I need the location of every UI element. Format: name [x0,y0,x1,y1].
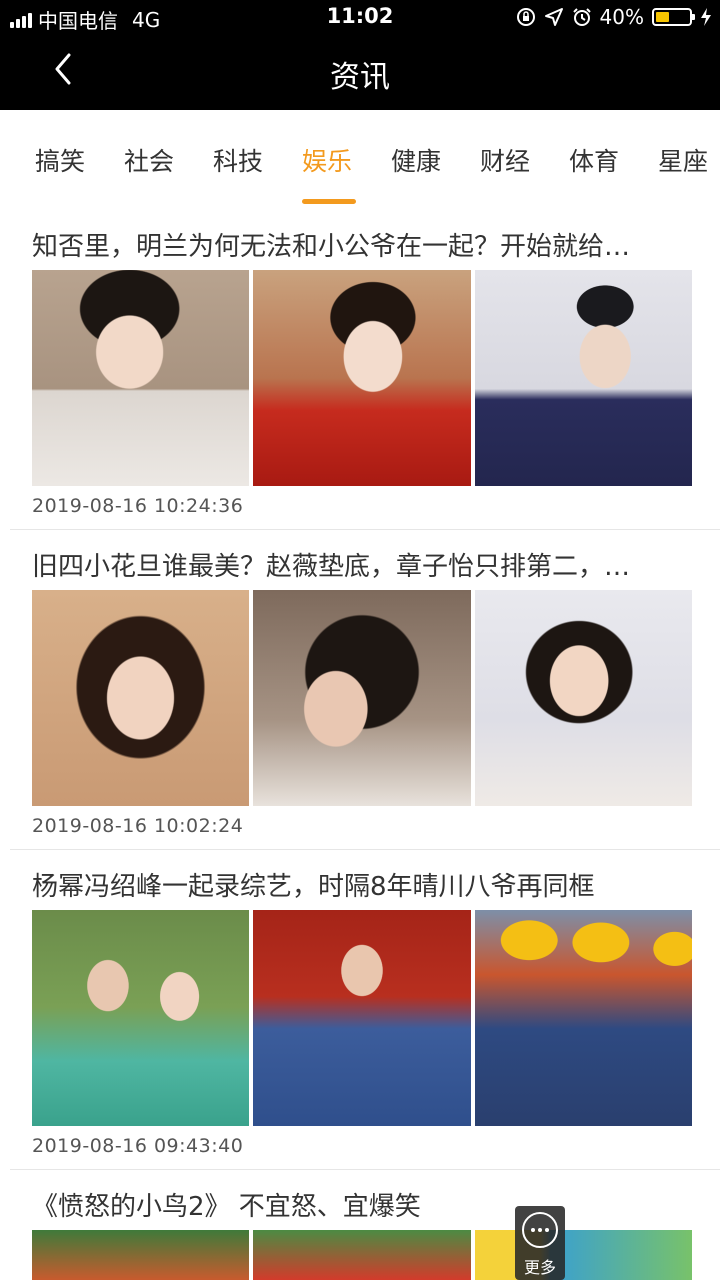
news-thumbnail[interactable] [474,1230,692,1280]
news-thumbnail[interactable] [253,910,471,1126]
news-timestamp: 2019-08-16 09:43:40 [32,1135,244,1157]
battery-icon [652,8,695,26]
rotation-lock-icon [516,7,536,27]
news-thumbnail[interactable] [474,910,692,1126]
news-title[interactable]: 旧四小花旦谁最美？赵薇垫底，章子怡只排第二，… [32,546,692,583]
news-item[interactable]: 旧四小花旦谁最美？赵薇垫底，章子怡只排第二，… 2019-08-16 10:02… [10,530,720,850]
status-bar: 中国电信 4G 11:02 40% [0,0,720,34]
tab-health[interactable]: 健康 [391,142,441,178]
tab-horoscope[interactable]: 星座 [658,142,708,178]
tab-tech[interactable]: 科技 [213,142,263,178]
news-thumbnail[interactable] [253,1230,471,1280]
page-title: 资讯 [330,60,390,95]
news-thumbnail[interactable] [32,910,250,1126]
location-icon [544,7,564,27]
news-feed: 知否里，明兰为何无法和小公爷在一起？开始就给… 2019-08-16 10:24… [0,210,720,1280]
tab-finance[interactable]: 财经 [480,142,530,178]
news-thumbnail[interactable] [32,270,250,486]
news-thumbnail[interactable] [32,1230,250,1280]
tab-funny[interactable]: 搞笑 [35,142,85,178]
category-tabs: 搞笑 社会 科技 娱乐 健康 财经 体育 星座 [0,110,720,210]
tab-society[interactable]: 社会 [124,142,174,178]
news-thumbnail[interactable] [32,590,250,806]
charging-icon [700,7,712,27]
news-title[interactable]: 《愤怒的小鸟2》 不宜怒、宜爆笑 [32,1186,692,1223]
news-thumbnail[interactable] [474,590,692,806]
news-title[interactable]: 知否里，明兰为何无法和小公爷在一起？开始就给… [32,226,692,263]
more-button[interactable]: 更多 [515,1206,565,1280]
news-title[interactable]: 杨幂冯绍峰一起录综艺，时隔8年晴川八爷再同框 [32,866,692,903]
news-item[interactable]: 《愤怒的小鸟2》 不宜怒、宜爆笑 [10,1170,720,1280]
news-thumbnail[interactable] [474,270,692,486]
news-item[interactable]: 知否里，明兰为何无法和小公爷在一起？开始就给… 2019-08-16 10:24… [10,210,720,530]
more-label: 更多 [523,1258,556,1277]
battery-percent: 40% [599,5,644,29]
nav-bar: 资讯 [0,34,720,110]
more-dots-icon [522,1212,558,1248]
news-thumbnail[interactable] [253,270,471,486]
alarm-icon [572,7,592,27]
news-timestamp: 2019-08-16 10:02:24 [32,815,244,837]
active-tab-indicator [302,199,356,204]
news-item[interactable]: 杨幂冯绍峰一起录综艺，时隔8年晴川八爷再同框 2019-08-16 09:43:… [10,850,720,1170]
tab-sports[interactable]: 体育 [569,142,619,178]
news-thumbnail[interactable] [253,590,471,806]
news-timestamp: 2019-08-16 10:24:36 [32,495,244,517]
tab-entertainment[interactable]: 娱乐 [302,142,352,178]
